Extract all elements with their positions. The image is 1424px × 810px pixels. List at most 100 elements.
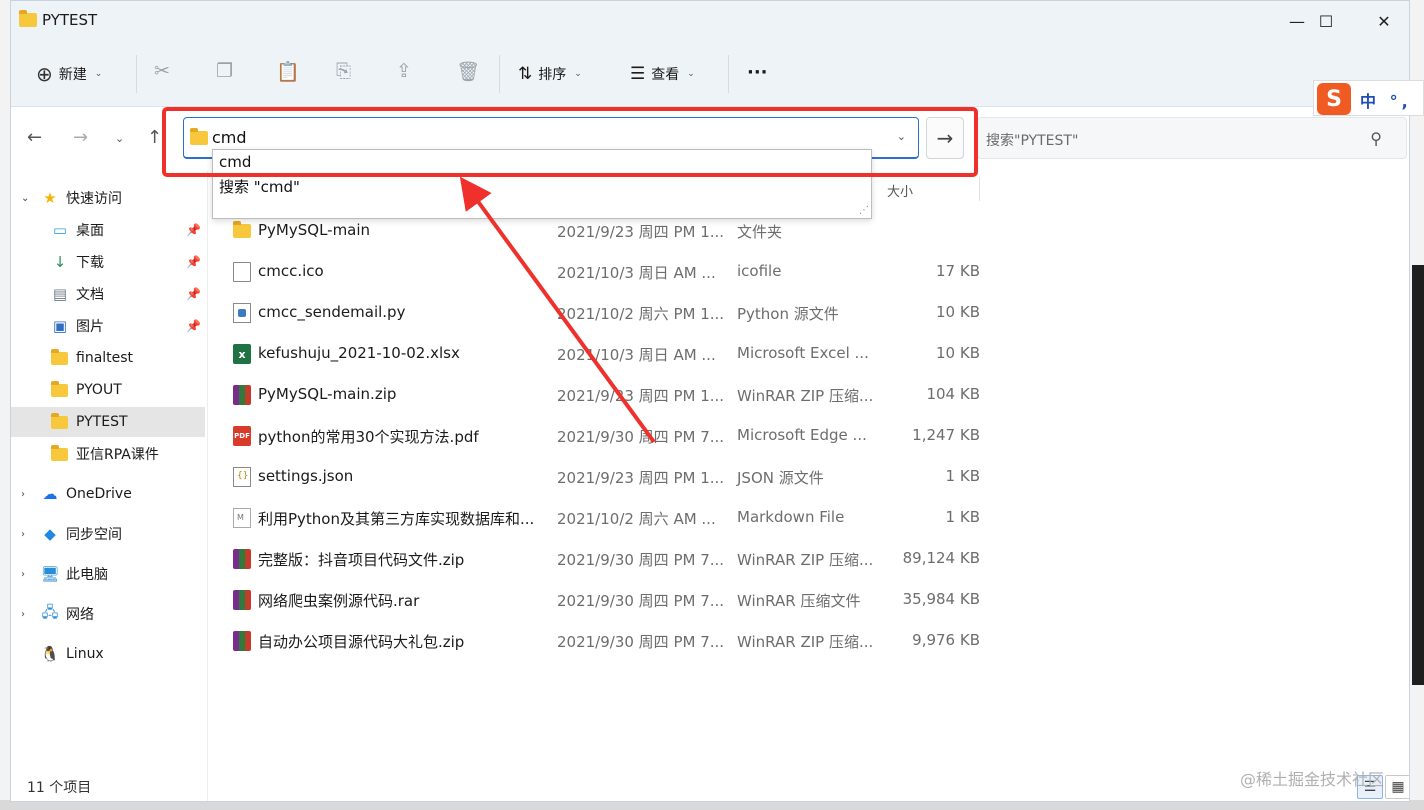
file-row[interactable]: PDF python的常用30个实现方法.pdf 2021/9/30 周四 PM…	[221, 415, 981, 456]
folder-icon	[51, 348, 68, 365]
file-row[interactable]: 自动办公项目源代码大礼包.zip 2021/9/30 周四 PM 7... Wi…	[221, 620, 981, 661]
close-button[interactable]: ✕	[1355, 1, 1409, 41]
back-arrow-icon[interactable]: ←	[27, 127, 42, 148]
file-row[interactable]: cmcc.ico 2021/10/3 周日 AM ... icofile 17 …	[221, 251, 981, 292]
autocomplete-item-search[interactable]: 搜索 "cmd"	[219, 176, 300, 197]
folder-icon	[233, 221, 251, 238]
up-arrow-icon[interactable]: ↑	[147, 127, 162, 148]
pane-divider	[207, 171, 208, 801]
column-divider[interactable]	[979, 177, 980, 201]
file-name: cmcc.ico	[258, 262, 324, 280]
window-title: PYTEST	[42, 11, 98, 29]
pdf-file-icon: PDF	[233, 426, 251, 446]
sidebar-item-pictures[interactable]: ▣ 图片 📌	[11, 311, 205, 341]
sidebar-item-rpa-courseware[interactable]: 亚信RPA课件	[11, 439, 205, 469]
chevron-down-icon: ⌄	[687, 69, 695, 79]
pin-icon[interactable]: 📌	[186, 287, 201, 301]
file-row[interactable]: x kefushuju_2021-10-02.xlsx 2021/10/3 周日…	[221, 333, 981, 374]
file-name: 自动办公项目源代码大礼包.zip	[258, 633, 465, 651]
sidebar-item-desktop[interactable]: ▭ 桌面 📌	[11, 215, 205, 245]
sidebar-item-onedrive[interactable]: › ☁ OneDrive	[11, 479, 205, 509]
sidebar-item-label: 同步空间	[66, 527, 122, 543]
sync-icon: ◆	[44, 525, 56, 543]
markdown-file-icon	[233, 508, 251, 528]
collapsed-chevron-icon[interactable]: ›	[21, 609, 25, 620]
file-type: icofile	[737, 262, 782, 280]
file-type: Microsoft Excel ...	[737, 344, 869, 362]
tiles-view-icon[interactable]: ▦	[1385, 775, 1409, 799]
search-box[interactable]: 搜索"PYTEST" ⚲	[977, 117, 1407, 159]
new-button[interactable]: ⊕ 新建 ⌄	[36, 61, 102, 87]
python-file-icon	[233, 303, 251, 323]
view-lines-icon: ☰	[630, 64, 646, 84]
sidebar-item-this-pc[interactable]: › 🖥 此电脑	[11, 559, 205, 589]
sort-button[interactable]: ⇅ 排序 ⌄	[518, 61, 582, 87]
share-icon[interactable]: ⇪	[396, 60, 412, 82]
sidebar-item-linux[interactable]: 🐧 Linux	[11, 639, 205, 669]
sidebar-item-finaltest[interactable]: finaltest	[11, 343, 205, 373]
file-name: 利用Python及其第三方库实现数据库和...	[258, 510, 535, 528]
file-date: 2021/10/3 周日 AM ...	[557, 264, 716, 282]
sidebar-item-documents[interactable]: ▤ 文档 📌	[11, 279, 205, 309]
collapsed-chevron-icon[interactable]: ›	[21, 489, 25, 500]
sogou-ime-logo: S	[1317, 83, 1351, 115]
sidebar-item-pyout[interactable]: PYOUT	[11, 375, 205, 405]
maximize-button[interactable]: ☐	[1297, 1, 1355, 41]
winrar-archive-icon	[233, 549, 251, 569]
file-type: 文件夹	[737, 223, 783, 241]
cut-icon[interactable]: ✂	[154, 60, 170, 82]
expanded-chevron-icon[interactable]: ⌄	[21, 193, 29, 204]
plus-circle-icon: ⊕	[36, 62, 53, 86]
pin-icon[interactable]: 📌	[186, 255, 201, 269]
search-icon[interactable]: ⚲	[1370, 129, 1382, 148]
folder-icon	[51, 380, 68, 397]
network-icon: 🖧	[41, 602, 59, 621]
sidebar-item-label: 下载	[76, 255, 104, 271]
folder-icon	[19, 10, 37, 27]
file-size: 1 KB	[945, 467, 980, 485]
file-row[interactable]: cmcc_sendemail.py 2021/10/2 周六 PM 1... P…	[221, 292, 981, 333]
resize-grip-icon[interactable]: ⋰	[859, 205, 869, 216]
sidebar-item-downloads[interactable]: ↓ 下载 📌	[11, 247, 205, 277]
sidebar-item-label: Linux	[66, 646, 104, 662]
pin-icon[interactable]: 📌	[186, 319, 201, 333]
pin-icon[interactable]: 📌	[186, 223, 201, 237]
sidebar-item-label: 文档	[76, 287, 104, 303]
recent-chevron-icon[interactable]: ⌄	[115, 132, 124, 145]
background-window-right	[1408, 0, 1424, 810]
file-row[interactable]: 完整版：抖音项目代码文件.zip 2021/9/30 周四 PM 7... Wi…	[221, 538, 981, 579]
collapsed-chevron-icon[interactable]: ›	[21, 529, 25, 540]
view-button[interactable]: ☰ 查看 ⌄	[630, 61, 695, 87]
file-type: WinRAR ZIP 压缩...	[737, 387, 874, 405]
sidebar-item-network[interactable]: › 🖧 网络	[11, 599, 205, 629]
column-header-size[interactable]: 大小	[887, 181, 913, 200]
search-placeholder: 搜索"PYTEST"	[986, 133, 1079, 149]
document-icon: ▤	[52, 285, 68, 303]
copy-icon[interactable]: ❐	[216, 60, 233, 82]
winrar-archive-icon	[233, 590, 251, 610]
delete-icon[interactable]: 🗑	[456, 60, 480, 83]
file-row[interactable]: PyMySQL-main.zip 2021/9/23 周四 PM 1... Wi…	[221, 374, 981, 415]
watermark: @稀土掘金技术社区	[1240, 770, 1385, 789]
file-date: 2021/9/23 周四 PM 1...	[557, 387, 725, 405]
file-name: PyMySQL-main.zip	[258, 385, 397, 403]
title-bar[interactable]: PYTEST — ☐ ✕	[11, 1, 1409, 41]
file-date: 2021/9/30 周四 PM 7...	[557, 633, 725, 651]
command-bar: ⊕ 新建 ⌄ ✂ ❐ 📋 ⎘ ⇪ 🗑 ⇅ 排序 ⌄ ☰ 查看 ⌄ ···	[11, 41, 1409, 107]
paste-icon[interactable]: 📋	[276, 60, 300, 83]
ime-toolbar[interactable]: S 中 °,	[1313, 80, 1424, 116]
file-type: Markdown File	[737, 508, 845, 526]
sidebar-item-quick-access[interactable]: ⌄ ★ 快速访问	[11, 183, 205, 213]
more-button[interactable]: ···	[747, 59, 768, 85]
forward-arrow-icon[interactable]: →	[73, 127, 88, 148]
sidebar-item-sync-space[interactable]: › ◆ 同步空间	[11, 519, 205, 549]
collapsed-chevron-icon[interactable]: ›	[21, 569, 25, 580]
json-file-icon	[233, 467, 251, 487]
file-row[interactable]: 网络爬虫案例源代码.rar 2021/9/30 周四 PM 7... WinRA…	[221, 579, 981, 620]
sidebar-item-label: PYOUT	[76, 382, 122, 398]
rename-icon[interactable]: ⎘	[336, 60, 351, 82]
file-row[interactable]: settings.json 2021/9/23 周四 PM 1... JSON …	[221, 456, 981, 497]
file-row[interactable]: 利用Python及其第三方库实现数据库和... 2021/10/2 周六 AM …	[221, 497, 981, 538]
sidebar-item-label: finaltest	[76, 350, 134, 366]
sidebar-item-pytest[interactable]: PYTEST	[11, 407, 205, 437]
